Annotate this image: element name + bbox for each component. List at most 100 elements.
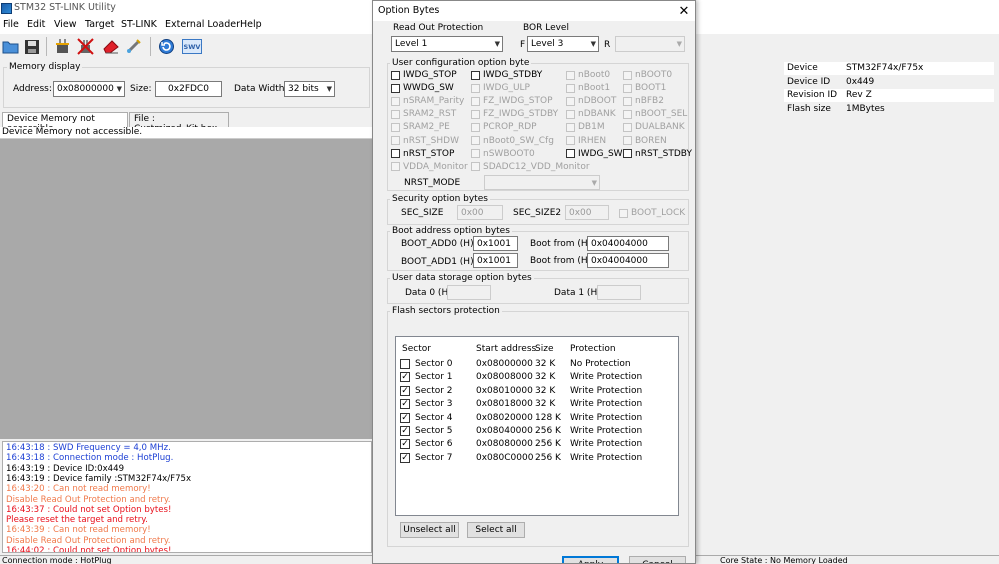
sector-row[interactable]: ✓ Sector 4 0x08020000 128 K Write Protection	[396, 412, 678, 425]
erase-icon[interactable]	[101, 37, 120, 56]
unselect-all-button[interactable]: Unselect all	[400, 522, 459, 538]
swv-icon[interactable]: SWV	[181, 37, 203, 56]
device-info-key: Revision ID	[787, 90, 838, 100]
rdp-select[interactable]: Level 1 ▼	[391, 36, 503, 52]
option-nrst-stop-checkbox[interactable]: nRST_STOP	[391, 149, 454, 159]
address-select[interactable]: 0x08000000 ▼	[53, 81, 125, 97]
menu-target[interactable]: Target	[85, 19, 114, 30]
menu-help[interactable]: Help	[240, 19, 262, 30]
sector-row[interactable]: ✓ Sector 1 0x08008000 32 K Write Protection	[396, 371, 678, 384]
memory-tabs: Device Memory not accessible. File : Cus…	[0, 112, 370, 134]
checkbox-box	[471, 83, 480, 93]
sector-row[interactable]: ✓ Sector 5 0x08040000 256 K Write Protection	[396, 425, 678, 438]
log-panel[interactable]: 16:43:18 : SWD Frequency = 4,0 MHz. 16:43…	[2, 441, 372, 553]
sector-name: Sector 0	[415, 359, 453, 369]
program-icon[interactable]	[124, 37, 143, 56]
refresh-icon[interactable]	[157, 37, 176, 56]
close-icon[interactable]: ✕	[675, 2, 693, 20]
option-wwdg-sw-checkbox[interactable]: WWDG_SW	[391, 83, 454, 93]
bor-select[interactable]: Level 3 ▼	[527, 36, 599, 52]
sec-size2-value: 0x00	[569, 207, 592, 218]
sector-list[interactable]: Sector Start address Size Protection Sec…	[395, 336, 679, 516]
device-info-row: Revision ID Rev Z	[784, 89, 994, 102]
sector-row[interactable]: ✓ Sector 7 0x080C0000 256 K Write Protection	[396, 452, 678, 465]
option-iwdg-stop-checkbox[interactable]: IWDG_STOP	[391, 70, 457, 80]
menu-file[interactable]: File	[3, 19, 19, 30]
option-ndbank-checkbox: nDBANK	[566, 109, 616, 119]
log-line: 16:43:19 : Device ID:0x449	[6, 463, 125, 474]
option-label: nBoot1	[578, 83, 611, 94]
sector-name: Sector 5	[415, 426, 453, 436]
boot-add1-input[interactable]: 0x1001	[473, 253, 518, 268]
option-nboot0-checkbox: nBOOT0	[623, 70, 672, 80]
sector-row[interactable]: ✓ Sector 3 0x08018000 32 K Write Protection	[396, 398, 678, 411]
tab-device-memory[interactable]: Device Memory not accessible.	[2, 112, 128, 134]
checkbox-box	[471, 109, 480, 119]
menu-view[interactable]: View	[54, 19, 77, 30]
option-label: nRST_SHDW	[403, 135, 459, 146]
disconnect-plug-icon[interactable]	[76, 37, 95, 56]
option-fz-iwdg-stop-checkbox: FZ_IWDG_STOP	[471, 96, 553, 106]
option-boren-checkbox: BOREN	[623, 136, 667, 146]
boot-add0-input[interactable]: 0x1001	[473, 236, 518, 251]
sector-protection: Write Protection	[570, 412, 643, 423]
option-bytes-dialog: Option Bytes ✕ Read Out Protection Level…	[372, 0, 696, 564]
checkbox-box	[391, 83, 400, 93]
checkbox-box	[471, 149, 480, 159]
option-iwdg-stdby-checkbox[interactable]: IWDG_STDBY	[471, 70, 542, 80]
checkmark-icon[interactable]: ✓	[400, 399, 410, 410]
option-iwdg-sw-checkbox[interactable]: IWDG_SW	[566, 149, 623, 159]
option-nrst-stdby-checkbox[interactable]: nRST_STDBY	[623, 149, 692, 159]
sector-protection: Write Protection	[570, 439, 643, 450]
save-icon[interactable]	[22, 37, 41, 56]
checkmark-icon[interactable]: ✓	[400, 372, 410, 383]
option-label: SRAM2_PE	[403, 122, 450, 133]
checkmark-icon[interactable]: ✓	[400, 412, 410, 423]
checkbox-box	[566, 83, 575, 93]
checkbox-box	[566, 122, 575, 132]
sector-row[interactable]: Sector 0 0x08000000 32 K No Protection	[396, 358, 678, 371]
checkbox-box	[471, 70, 480, 80]
checkmark-icon[interactable]: ✓	[400, 385, 410, 396]
option-label: IWDG_STOP	[403, 70, 457, 80]
log-line: 16:43:39 : Can not read memory!	[6, 525, 151, 536]
checkbox-box	[391, 122, 400, 132]
menu-edit[interactable]: Edit	[27, 19, 45, 30]
option-label: nDBOOT	[578, 96, 617, 107]
sector-address: 0x08008000	[476, 372, 533, 383]
apply-button[interactable]: Apply	[562, 556, 619, 563]
chevron-down-icon: ▼	[591, 178, 597, 187]
cancel-button[interactable]: Cancel	[629, 556, 686, 563]
tab-file[interactable]: File : Custmized_Kit.hex	[129, 112, 229, 134]
menu-stlink[interactable]: ST-LINK	[121, 19, 157, 30]
sector-address: 0x08000000	[476, 359, 533, 369]
option-nsram-parity-checkbox: nSRAM_Parity	[391, 96, 464, 106]
checkbox-box	[391, 136, 400, 145]
sector-header: Sector	[402, 344, 431, 354]
checkbox-box[interactable]	[400, 359, 410, 369]
checkbox-box	[566, 70, 575, 80]
sector-row[interactable]: ✓ Sector 6 0x08080000 256 K Write Protection	[396, 438, 678, 451]
size-input[interactable]: 0x2FDC0	[155, 81, 222, 97]
option-db1m-checkbox: DB1M	[566, 122, 605, 132]
device-info-key: Flash size	[787, 103, 831, 114]
checkmark-icon[interactable]: ✓	[400, 439, 410, 450]
checkbox-box	[566, 109, 575, 119]
checkmark-icon[interactable]: ✓	[400, 452, 410, 463]
boot-from0-input[interactable]: 0x04004000	[587, 236, 669, 251]
bor-value: Level 3	[531, 39, 564, 49]
app-logo-icon	[1, 3, 12, 14]
sec-size-label: SEC_SIZE	[401, 208, 444, 218]
sector-row[interactable]: ✓ Sector 2 0x08010000 32 K Write Protection	[396, 385, 678, 398]
log-line: 16:44:02 : Could not set Option bytes!	[6, 546, 172, 553]
boot-from1-value: 0x04004000	[591, 255, 648, 266]
checkbox-box	[471, 96, 480, 106]
checkmark-icon[interactable]: ✓	[400, 426, 410, 436]
open-folder-icon[interactable]	[1, 37, 20, 56]
checkbox-box	[566, 96, 575, 106]
select-all-button[interactable]: Select all	[467, 522, 525, 538]
menu-external-loader[interactable]: External Loader	[165, 19, 240, 30]
connect-plug-icon[interactable]	[53, 37, 72, 56]
data-width-select[interactable]: 32 bits ▼	[284, 81, 335, 97]
boot-from1-input[interactable]: 0x04004000	[587, 253, 669, 268]
